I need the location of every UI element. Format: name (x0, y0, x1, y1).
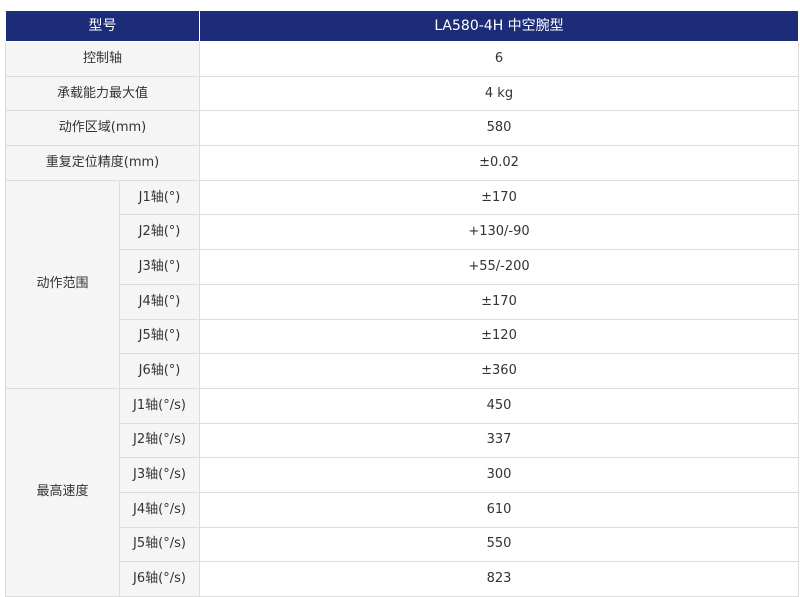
axis-label: J2轴(°/s) (119, 422, 200, 459)
axis-value: ±360 (199, 353, 799, 389)
row-label-max-payload: 承载能力最大值 (5, 75, 200, 112)
table-row: J4轴(°) ±170 (6, 283, 799, 320)
table-row: 动作区域(mm) 580 (5, 110, 799, 147)
axis-label: J2轴(°) (119, 214, 200, 251)
axis-label: J3轴(°) (119, 249, 200, 285)
axis-value: ±170 (199, 179, 799, 216)
table-row: 最高速度 J1轴(°/s) 450 (5, 387, 799, 597)
row-label-control-axes: 控制轴 (5, 41, 200, 77)
axis-value: 610 (199, 491, 799, 528)
header-model-label: 型号 (5, 10, 200, 42)
axis-label: J4轴(°) (119, 283, 200, 320)
axis-value: +55/-200 (199, 249, 799, 285)
table-row: 承载能力最大值 4 kg (5, 75, 799, 112)
table-row: J2轴(°/s) 337 (6, 422, 799, 459)
axis-value: +130/-90 (199, 214, 799, 251)
axis-value: 337 (199, 422, 799, 459)
table-row: J3轴(°) +55/-200 (6, 249, 799, 285)
axis-value: ±170 (199, 283, 799, 320)
table-row: J6轴(°) ±360 (6, 353, 799, 389)
axis-value: 823 (199, 561, 799, 597)
table-row: J6轴(°/s) 823 (6, 561, 799, 597)
table-row: J4轴(°/s) 610 (6, 491, 799, 528)
group-label-motion-range: 动作范围 (5, 179, 120, 389)
table-header-row: 型号 LA580-4H 中空腕型 (5, 10, 799, 42)
axis-label: J1轴(°) (119, 179, 200, 216)
table-row: J3轴(°/s) 300 (6, 457, 799, 493)
axis-value: ±120 (199, 318, 799, 355)
row-value-control-axes: 6 (199, 41, 799, 77)
axis-label: J6轴(°/s) (119, 561, 200, 597)
axis-label: J4轴(°/s) (119, 491, 200, 528)
axis-value: 550 (199, 526, 799, 563)
row-label-work-area: 动作区域(mm) (5, 110, 200, 147)
row-value-max-payload: 4 kg (199, 75, 799, 112)
row-label-repeatability: 重复定位精度(mm) (5, 145, 200, 181)
table-row: 动作范围 J1轴(°) ±170 (5, 179, 799, 389)
table-row: 控制轴 6 (5, 41, 799, 77)
table-row: J5轴(°/s) 550 (6, 526, 799, 563)
axis-label: J6轴(°) (119, 353, 200, 389)
axis-label: J5轴(°/s) (119, 526, 200, 563)
row-value-work-area: 580 (199, 110, 799, 147)
spec-table: 型号 LA580-4H 中空腕型 控制轴 6 承载能力最大值 4 kg 动作区域… (5, 10, 799, 597)
header-model-value: LA580-4H 中空腕型 (199, 10, 799, 42)
group-label-max-speed: 最高速度 (5, 387, 120, 597)
axis-label: J3轴(°/s) (119, 457, 200, 493)
table-row: J2轴(°) +130/-90 (6, 214, 799, 251)
axis-value: 300 (199, 457, 799, 493)
row-value-repeatability: ±0.02 (199, 145, 799, 181)
axis-label: J5轴(°) (119, 318, 200, 355)
axis-label: J1轴(°/s) (119, 387, 200, 424)
axis-value: 450 (199, 387, 799, 424)
table-row: 重复定位精度(mm) ±0.02 (5, 145, 799, 181)
table-row: J5轴(°) ±120 (6, 318, 799, 355)
